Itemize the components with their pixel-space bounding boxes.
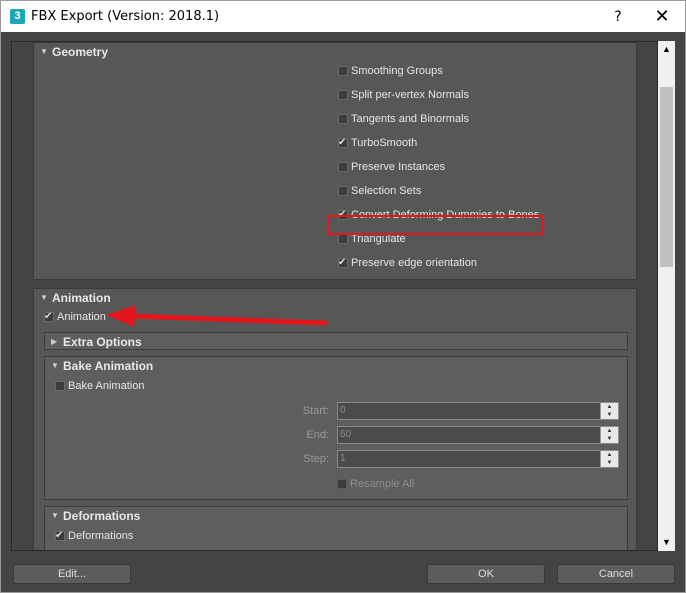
checkbox[interactable] — [338, 90, 348, 100]
scroll-up-icon[interactable]: ▲ — [658, 41, 675, 58]
end-label: End: — [306, 429, 329, 441]
extra-options-header[interactable]: ▶ Extra Options — [45, 333, 627, 351]
checkbox-checked[interactable] — [44, 309, 54, 325]
red-annotation-arrow-icon — [106, 305, 328, 327]
checkbox-checked[interactable] — [338, 255, 348, 271]
vertical-scrollbar[interactable]: ▲ ▼ — [658, 41, 675, 551]
bake-animation-label: Bake Animation — [68, 380, 145, 392]
scroll-down-icon[interactable]: ▼ — [658, 534, 675, 551]
start-spinbox[interactable]: 0 ▲ ▼ — [337, 402, 619, 420]
geometry-header[interactable]: ▼ Geometry — [34, 43, 636, 61]
bake-animation-panel: ▼ Bake Animation Bake Animation Start: 0… — [44, 356, 628, 500]
collapse-triangle-icon: ▼ — [51, 361, 59, 370]
checkbox[interactable] — [338, 234, 348, 244]
spinner[interactable]: ▲ ▼ — [600, 451, 618, 467]
deformations-panel: ▼ Deformations Deformations — [44, 506, 628, 550]
collapse-triangle-icon: ▼ — [40, 293, 48, 302]
step-spinbox[interactable]: 1 ▲ ▼ — [337, 450, 619, 468]
app-3dsmax-icon: 3 — [10, 9, 25, 24]
spin-up-icon[interactable]: ▲ — [601, 427, 618, 435]
deformations-label: Deformations — [68, 530, 134, 542]
close-button[interactable]: ✕ — [649, 5, 675, 29]
option-label: Split per-vertex Normals — [351, 89, 469, 101]
spin-down-icon[interactable]: ▼ — [601, 459, 618, 467]
spin-up-icon[interactable]: ▲ — [601, 403, 618, 411]
resample-all-label: Resample All — [350, 478, 415, 490]
scrollbar-thumb[interactable] — [660, 87, 673, 267]
start-label: Start: — [302, 405, 329, 417]
checkbox[interactable] — [338, 186, 348, 196]
title-bar: 3 FBX Export (Version: 2018.1) ? ✕ — [1, 1, 685, 32]
option-label: TurboSmooth — [351, 137, 418, 149]
collapse-triangle-icon: ▼ — [51, 511, 59, 520]
checkbox[interactable] — [337, 479, 347, 489]
window-title: FBX Export (Version: 2018.1) — [31, 9, 220, 24]
checkbox-checked[interactable] — [55, 528, 65, 544]
extra-options-panel[interactable]: ▶ Extra Options — [44, 332, 628, 350]
cancel-button[interactable]: Cancel — [557, 564, 675, 584]
spinner[interactable]: ▲ ▼ — [600, 427, 618, 443]
fbx-export-dialog: 3 FBX Export (Version: 2018.1) ? ✕ ▼ Geo… — [0, 0, 686, 593]
option-label: Preserve edge orientation — [351, 257, 477, 269]
animation-label: Animation — [57, 311, 106, 323]
option-label: Tangents and Binormals — [351, 113, 470, 125]
option-label: Smoothing Groups — [351, 65, 443, 77]
bake-animation-header[interactable]: ▼ Bake Animation — [45, 357, 627, 375]
checkbox-checked[interactable] — [338, 135, 348, 151]
step-label: Step: — [303, 453, 329, 465]
deformations-header[interactable]: ▼ Deformations — [45, 507, 627, 525]
help-button[interactable]: ? — [605, 5, 631, 29]
checkbox[interactable] — [338, 162, 348, 172]
step-value: 1 — [340, 453, 346, 464]
highlight-annotation-box — [327, 215, 543, 235]
edit-button[interactable]: Edit... — [13, 564, 131, 584]
spin-up-icon[interactable]: ▲ — [601, 451, 618, 459]
option-label: Selection Sets — [351, 185, 422, 197]
collapse-triangle-icon: ▼ — [40, 47, 48, 56]
end-spinbox[interactable]: 60 ▲ ▼ — [337, 426, 619, 444]
bake-animation-title: Bake Animation — [63, 359, 154, 373]
extra-options-title: Extra Options — [63, 335, 142, 349]
options-scroll-area: ▼ Geometry Smoothing Groups Split per-ve… — [11, 41, 658, 551]
ok-button[interactable]: OK — [427, 564, 545, 584]
spin-down-icon[interactable]: ▼ — [601, 411, 618, 419]
spinner[interactable]: ▲ ▼ — [600, 403, 618, 419]
option-label: Preserve Instances — [351, 161, 446, 173]
checkbox[interactable] — [338, 114, 348, 124]
deformations-title: Deformations — [63, 509, 141, 523]
start-value: 0 — [340, 405, 346, 416]
geometry-title: Geometry — [52, 45, 109, 59]
checkbox[interactable] — [55, 381, 65, 391]
expand-triangle-icon: ▶ — [51, 337, 58, 346]
end-value: 60 — [340, 429, 352, 440]
spin-down-icon[interactable]: ▼ — [601, 435, 618, 443]
geometry-section: ▼ Geometry Smoothing Groups Split per-ve… — [33, 42, 637, 280]
checkbox[interactable] — [338, 66, 348, 76]
